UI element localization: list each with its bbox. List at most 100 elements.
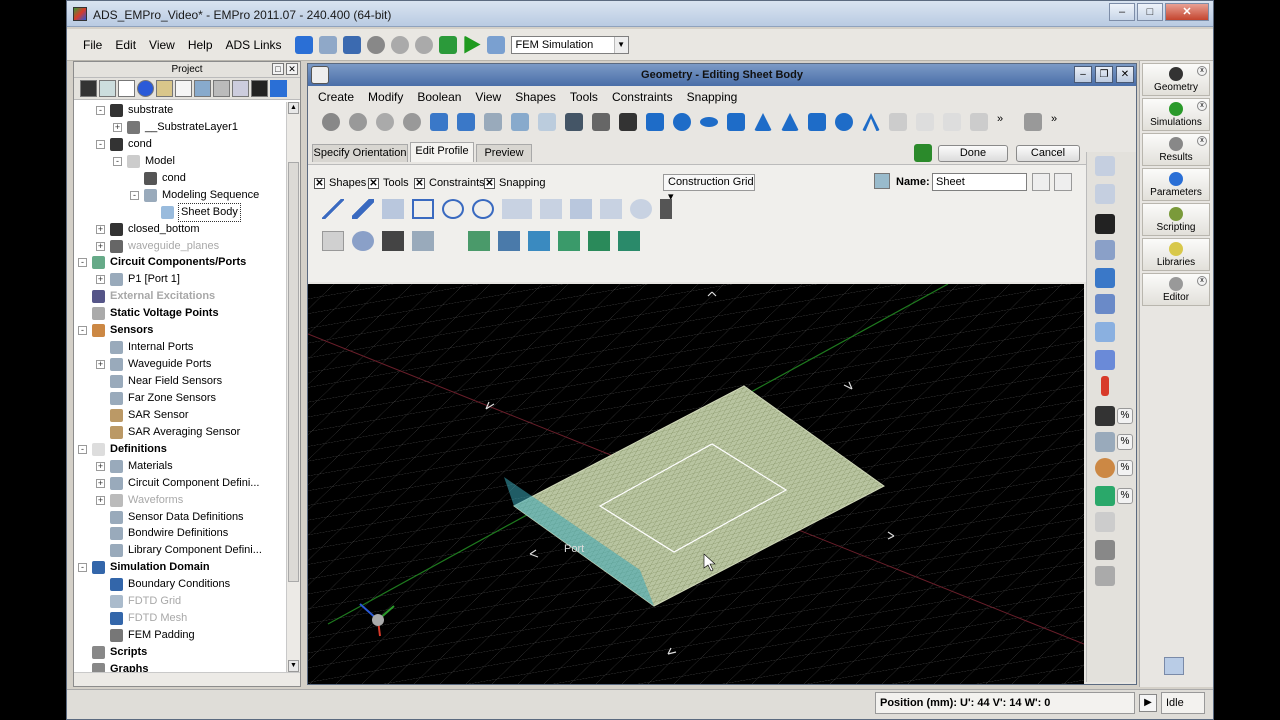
fit-view-icon[interactable]: [1095, 214, 1115, 234]
collapse-icon[interactable]: -: [96, 139, 105, 149]
collapse-icon[interactable]: -: [130, 190, 139, 200]
pointer-icon[interactable]: [1095, 156, 1115, 176]
expand-icon[interactable]: +: [113, 122, 122, 132]
prism-icon[interactable]: [727, 113, 745, 131]
new-project-icon[interactable]: [294, 35, 313, 54]
refresh-icon[interactable]: [270, 80, 287, 97]
undock-icon[interactable]: □: [272, 63, 284, 75]
menu-snapping[interactable]: Snapping: [687, 90, 738, 104]
collapse-icon[interactable]: -: [78, 258, 87, 268]
grid-visibility-icon[interactable]: [1095, 512, 1115, 532]
polygon-icon[interactable]: [442, 199, 464, 219]
sensor-filter-icon[interactable]: [156, 80, 173, 97]
redo-icon[interactable]: [414, 35, 433, 54]
tree-item[interactable]: + Circuit Component Defini...: [74, 475, 286, 492]
snap-curve-icon[interactable]: [618, 231, 640, 251]
circle-icon[interactable]: [472, 199, 494, 219]
collapse-icon[interactable]: -: [113, 156, 122, 166]
section-icon[interactable]: [1095, 322, 1115, 342]
menu-shapes[interactable]: Shapes: [515, 90, 556, 104]
minimize-button[interactable]: –: [1109, 3, 1135, 21]
domain-filter-icon[interactable]: [194, 80, 211, 97]
select-icon[interactable]: [322, 231, 344, 251]
sweep-icon[interactable]: [457, 113, 475, 131]
tab-specify-orientation[interactable]: Specify Orientation: [312, 144, 408, 162]
tree-item[interactable]: + __SubstrateLayer1: [74, 119, 286, 136]
tree-item[interactable]: Internal Ports: [74, 339, 286, 356]
expand-icon[interactable]: +: [96, 478, 105, 488]
chamfer-icon[interactable]: [943, 113, 961, 131]
mesh-visibility-icon[interactable]: [1095, 540, 1115, 560]
menu-modify[interactable]: Modify: [368, 90, 403, 104]
trim-icon[interactable]: [352, 231, 374, 251]
close-panel-icon[interactable]: ✕: [286, 63, 298, 75]
done-button[interactable]: Done: [938, 145, 1008, 162]
scroll-thumb[interactable]: [288, 162, 299, 582]
dock-simulations-button[interactable]: Simulations x: [1142, 98, 1210, 131]
subtract-icon[interactable]: [349, 113, 367, 131]
dimension-icon[interactable]: [502, 199, 532, 219]
menu-file[interactable]: File: [83, 38, 102, 52]
dock-scripting-button[interactable]: Scripting: [1142, 203, 1210, 236]
mesh-icon[interactable]: [438, 35, 457, 54]
results-visibility-icon[interactable]: [1095, 486, 1115, 506]
tree-item[interactable]: FDTD Mesh: [74, 610, 286, 627]
snap-center-icon[interactable]: [588, 231, 610, 251]
settings-icon[interactable]: [486, 35, 505, 54]
expand-icon[interactable]: +: [96, 241, 105, 251]
sensors-visibility-icon[interactable]: [1095, 458, 1115, 478]
geometry-close-button[interactable]: ✕: [1116, 66, 1134, 83]
ports-visibility-icon[interactable]: [1095, 432, 1115, 452]
helix-icon[interactable]: [808, 113, 826, 131]
menu-create[interactable]: Create: [318, 90, 354, 104]
save-icon[interactable]: [342, 35, 361, 54]
cylinder-icon[interactable]: [646, 113, 664, 131]
vertical-dimension-icon[interactable]: [540, 199, 562, 219]
menu-boolean[interactable]: Boolean: [417, 90, 461, 104]
tree-item[interactable]: - Model: [74, 153, 286, 170]
stop-icon[interactable]: [366, 35, 385, 54]
tree-item[interactable]: + Materials: [74, 458, 286, 475]
tree-item[interactable]: + P1 [Port 1]: [74, 271, 286, 288]
wire-icon[interactable]: [565, 113, 583, 131]
menu-tools[interactable]: Tools: [570, 90, 598, 104]
ports-filter-icon[interactable]: [99, 80, 116, 97]
scroll-down-icon[interactable]: ▼: [288, 660, 299, 672]
more-tools-icon-2[interactable]: »: [1051, 113, 1069, 131]
undo-icon[interactable]: [390, 35, 409, 54]
snapping-toggle[interactable]: ✕ Snapping: [484, 177, 546, 189]
snap-edge-icon[interactable]: [528, 231, 550, 251]
validate-icon[interactable]: [914, 144, 932, 162]
snap-face-icon[interactable]: [558, 231, 580, 251]
torus-icon[interactable]: [835, 113, 853, 131]
tree-item[interactable]: Boundary Conditions: [74, 576, 286, 593]
project-horizontal-scrollbar[interactable]: [74, 672, 300, 686]
intersect-icon[interactable]: [376, 113, 394, 131]
graphs-filter-icon[interactable]: [232, 80, 249, 97]
ports-opacity-button[interactable]: %: [1117, 434, 1133, 450]
dock-parameters-button[interactable]: Parameters: [1142, 168, 1210, 201]
tree-item[interactable]: Near Field Sensors: [74, 373, 286, 390]
tools-toggle[interactable]: ✕ Tools: [368, 177, 409, 189]
expand-icon[interactable]: +: [96, 360, 105, 370]
tree-item[interactable]: - cond: [74, 136, 286, 153]
spline-icon[interactable]: [889, 113, 907, 131]
split-icon[interactable]: [382, 231, 404, 251]
more-tools-icon[interactable]: »: [997, 113, 1015, 131]
open-project-icon[interactable]: [318, 35, 337, 54]
play-icon[interactable]: ▶: [1139, 694, 1157, 712]
tree-item[interactable]: SAR Averaging Sensor: [74, 424, 286, 441]
menu-constraints[interactable]: Constraints: [612, 90, 673, 104]
collapse-icon[interactable]: -: [78, 444, 87, 454]
scroll-up-icon[interactable]: ▲: [288, 102, 299, 114]
histogram-icon[interactable]: [1095, 350, 1115, 370]
chop-icon[interactable]: [403, 113, 421, 131]
dock-close-icon[interactable]: x: [1197, 66, 1207, 76]
construction-grid-select[interactable]: Construction Grid ▾: [663, 174, 755, 203]
snap-grid-icon[interactable]: [468, 231, 490, 251]
tree-item[interactable]: - Modeling Sequence: [74, 187, 286, 204]
tree-item[interactable]: FEM Padding: [74, 627, 286, 644]
tree-item[interactable]: + Waveguide Ports: [74, 356, 286, 373]
tree-item[interactable]: Scripts: [74, 644, 286, 661]
definitions-filter-icon[interactable]: [175, 80, 192, 97]
